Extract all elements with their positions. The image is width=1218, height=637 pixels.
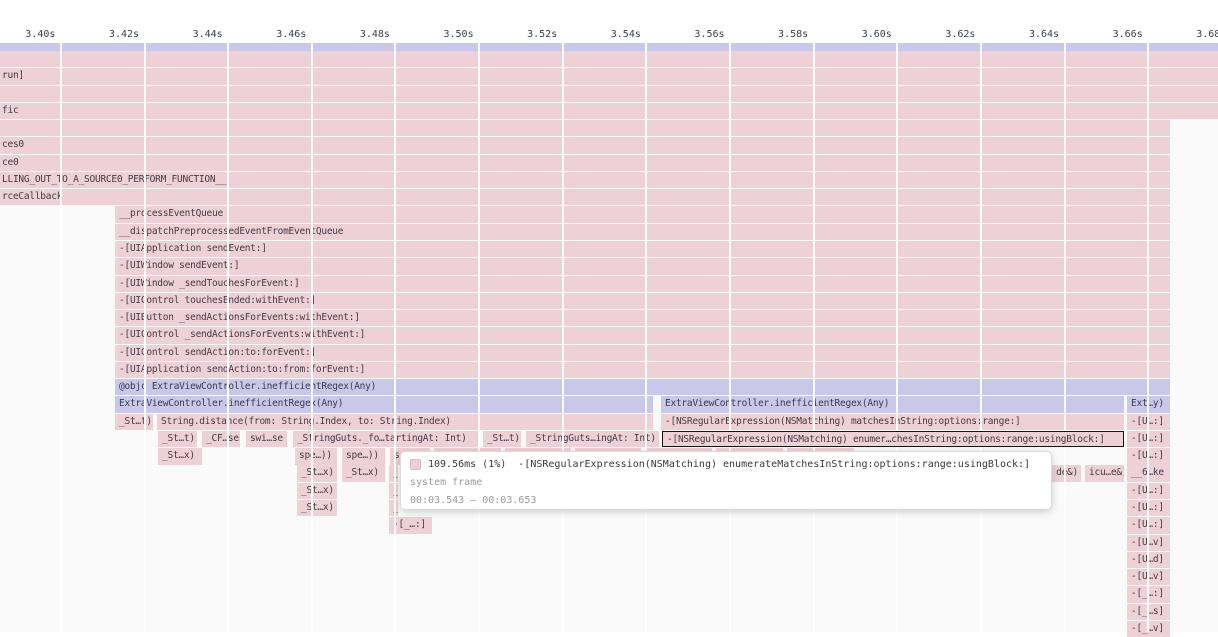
time-gridline [562,43,564,632]
flame-block[interactable]: spe…)) [342,448,385,464]
ruler-tick-label: 3.58s [748,29,808,41]
timeline-track-strip [0,43,1218,51]
ruler-tick-label: 3.64s [999,29,1059,41]
flame-block[interactable]: -[UIApplication sendEvent:] [115,241,1170,257]
flame-block[interactable]: _St…t) [483,431,521,447]
flame-block[interactable]: -[UIControl touchesEnded:withEvent:] [115,293,1170,309]
flame-block[interactable] [0,51,1218,67]
flame-block[interactable]: spe…)) [295,448,337,464]
ruler-tick-label: 3.40s [0,29,55,41]
instruments-flame-chart-view: 3.40s 3.42s 3.44s 3.46s 3.48s 3.50s 3.52s 3.54s… [0,0,1218,632]
flame-block[interactable]: _St…t) [158,431,197,447]
flame-block[interactable]: __processEventQueue [115,206,1170,222]
flame-block[interactable]: run] [0,68,1218,84]
flame-block[interactable]: LLING_OUT_TO_A_SOURCE0_PERFORM_FUNCTION_… [0,172,1170,188]
flame-block[interactable]: swi…se [246,431,287,447]
flame-block[interactable]: _St…x) [297,500,337,516]
flame-block[interactable]: -[UIApplication sendAction:to:from:forEv… [115,362,1170,378]
flame-block[interactable]: __dispatchPreprocessedEventFromEventQueu… [115,224,1170,240]
tooltip-duration-and-symbol: 109.56ms (1%) -[NSRegularExpression(NSMa… [428,458,1045,471]
time-gridline [478,43,480,632]
time-gridline [60,43,62,632]
flame-block[interactable]: _St…x) [297,465,337,481]
flame-block[interactable]: _StringGuts._fo…tartingAt: Int) [293,431,478,447]
flame-block[interactable]: _St…x) [342,465,385,481]
frame-color-swatch-icon [410,459,421,470]
ruler-tick-label: 3.62s [915,29,975,41]
ruler-tick-label: 3.66s [1083,29,1143,41]
flame-block[interactable]: ExtraViewController.inefficientRegex(Any… [115,396,653,412]
flame-block[interactable] [0,86,1218,102]
flame-block[interactable]: ce0 [0,155,1170,171]
time-gridline [1064,43,1066,632]
flame-block[interactable]: String.distance(from: String.Index, to: … [157,414,653,430]
flame-block[interactable]: @objc ExtraViewController.inefficientReg… [115,379,1170,395]
time-gridline [645,43,647,632]
flame-block[interactable]: -[UIControl _sendActionsForEvents:withEv… [115,327,1170,343]
flame-block[interactable]: _StringGuts…ingAt: Int) [526,431,659,447]
ruler-tick-label: 3.50s [414,29,474,41]
flame-block[interactable]: -[UIButton _sendActionsForEvents:withEve… [115,310,1170,326]
time-gridline [896,43,898,632]
frame-tooltip: 109.56ms (1%) -[NSRegularExpression(NSMa… [400,451,1052,510]
flame-block[interactable]: -[UIWindow sendEvent:] [115,258,1170,274]
ruler-tick-label: 3.42s [79,29,139,41]
tooltip-time-range: 00:03.543 — 00:03.653 [410,494,1045,507]
flame-block[interactable] [0,120,1170,136]
flame-block[interactable]: -[UIWindow _sendTouchesForEvent:] [115,276,1170,292]
time-gridline [394,43,396,632]
ruler-tick-label: 3.68s [1166,29,1218,41]
selected-flame-block[interactable]: -[NSRegularExpression(NSMatching) enumer… [662,431,1124,447]
time-gridline [813,43,815,632]
ruler-tick-label: 3.54s [581,29,641,41]
flame-block[interactable]: _St…t) [115,414,153,430]
ruler-tick-label: 3.48s [330,29,390,41]
timeline-ruler[interactable]: 3.40s 3.42s 3.44s 3.46s 3.48s 3.50s 3.52s 3.54s… [0,0,1218,43]
flame-block[interactable]: icu…e&) [1085,465,1124,481]
time-gridline [980,43,982,632]
ruler-tick-label: 3.44s [163,29,223,41]
time-gridline [729,43,731,632]
flame-block[interactable]: -[UIControl sendAction:to:forEvent:] [115,345,1170,361]
flame-block[interactable]: _CF…se [202,431,240,447]
ruler-tick-label: 3.52s [497,29,557,41]
ruler-tick-label: 3.60s [832,29,892,41]
time-gridline [1147,43,1149,632]
flame-block[interactable]: _St…x) [158,448,202,464]
flame-block[interactable]: _St…x) [297,483,337,499]
ruler-tick-label: 3.46s [246,29,306,41]
flame-block[interactable]: fic [0,103,1218,119]
ruler-tick-label: 3.56s [665,29,725,41]
time-gridline [144,43,146,632]
flame-block[interactable]: ces0 [0,137,1170,153]
flame-block[interactable]: rceCallback [0,189,1170,205]
time-gridline [311,43,313,632]
time-gridline [227,43,229,632]
tooltip-frame-kind: system frame [410,476,1045,489]
